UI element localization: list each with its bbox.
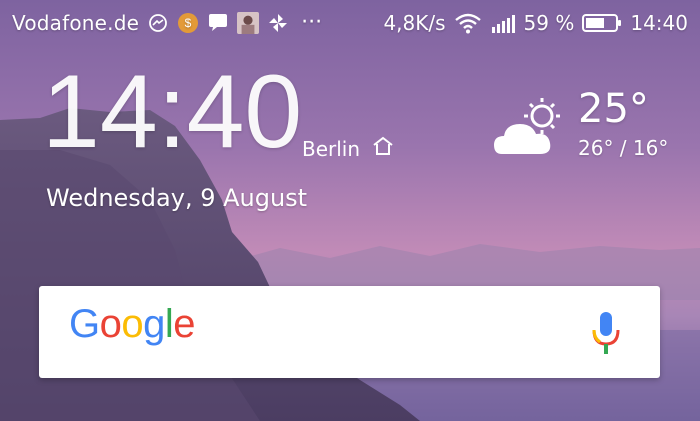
coin-icon: $ (177, 12, 199, 34)
messenger-icon (147, 12, 169, 34)
partly-cloudy-icon (494, 96, 570, 160)
svg-text:$: $ (185, 16, 192, 30)
battery-percent: 59 % (523, 11, 575, 35)
google-logo-l: l (164, 302, 174, 346)
city-label: Berlin (302, 136, 361, 161)
status-bar-left: Vodafone.de $ ··· (12, 11, 322, 35)
google-search-bar[interactable]: Google (39, 286, 660, 378)
pinwheel-icon (267, 12, 289, 34)
google-logo-G: G (69, 302, 100, 346)
signal-icon (490, 12, 516, 34)
clock-city[interactable]: Berlin (302, 136, 394, 161)
google-logo-o1: o (99, 302, 122, 346)
google-logo: Google (69, 302, 196, 347)
network-speed: 4,8K/s (383, 11, 446, 35)
photo-thumbnail-icon (237, 12, 260, 34)
more-notifications-icon: ··· (301, 10, 323, 35)
status-bar: Vodafone.de $ ··· 4,8K/s 59 % 14:40 (0, 0, 700, 46)
current-temperature: 25° (578, 86, 649, 132)
status-bar-right: 4,8K/s 59 % 14:40 (383, 11, 688, 35)
home-icon (372, 136, 394, 161)
chat-bubble-icon (207, 12, 229, 34)
wifi-icon (454, 12, 482, 34)
carrier-name: Vodafone.de (12, 11, 140, 35)
weather-widget[interactable]: 25° 26° / 16° (494, 86, 684, 176)
status-time: 14:40 (630, 11, 688, 35)
google-logo-e: e (173, 302, 196, 346)
battery-icon (582, 12, 622, 34)
google-logo-o2: o (121, 302, 144, 346)
clock-time[interactable]: 14:40 (42, 60, 302, 164)
clock-date[interactable]: Wednesday, 9 August (46, 184, 307, 212)
microphone-icon[interactable] (588, 308, 624, 358)
temperature-range: 26° / 16° (578, 136, 669, 160)
google-logo-g: g (143, 302, 165, 346)
